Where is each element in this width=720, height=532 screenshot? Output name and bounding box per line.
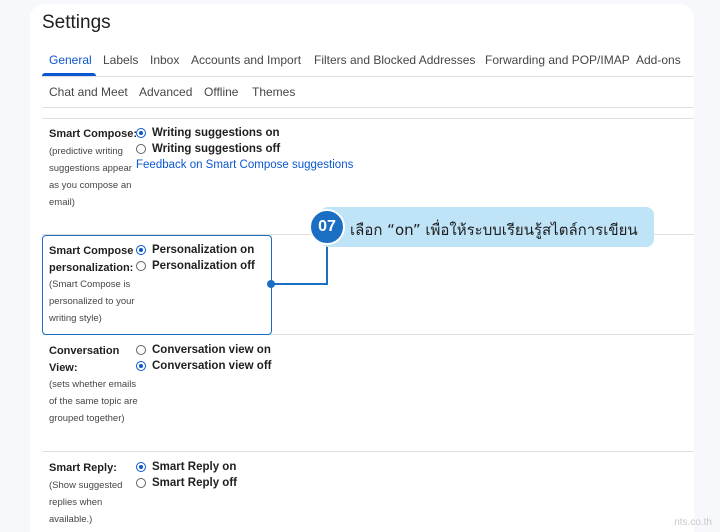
smart-compose-title: Smart Compose: xyxy=(49,128,138,140)
smart-reply-on-option[interactable]: Smart Reply on xyxy=(136,461,236,473)
tab-chat-and-meet[interactable]: Chat and Meet xyxy=(49,85,128,99)
callout-connector-vertical xyxy=(326,242,328,284)
conversation-view-label: Conversation View: (sets whether emails … xyxy=(49,343,139,427)
conversation-view-on-option[interactable]: Conversation view on xyxy=(136,344,271,356)
callout-anchor-dot xyxy=(267,280,275,288)
smart-reply-label: Smart Reply: (Show suggested replies whe… xyxy=(49,460,139,528)
callout-step-number: 07 xyxy=(309,209,345,245)
tab-forwarding-and-pop-imap[interactable]: Forwarding and POP/IMAP xyxy=(485,53,630,67)
tab-filters-and-blocked-addresses[interactable]: Filters and Blocked Addresses xyxy=(314,53,475,67)
tabs-divider xyxy=(42,76,694,77)
radio-unselected-icon[interactable] xyxy=(136,478,146,488)
conversation-view-title: Conversation View: xyxy=(49,345,120,374)
section-divider xyxy=(42,118,694,119)
smart-reply-off-option[interactable]: Smart Reply off xyxy=(136,477,237,489)
smart-compose-label: Smart Compose: (predictive writing sugge… xyxy=(49,126,139,211)
smart-reply-description: (Show suggested replies when available.) xyxy=(49,479,123,525)
writing-suggestions-on-option[interactable]: Writing suggestions on xyxy=(136,127,280,139)
radio-selected-icon[interactable] xyxy=(136,361,146,371)
radio-unselected-icon[interactable] xyxy=(136,144,146,154)
radio-selected-icon[interactable] xyxy=(136,128,146,138)
tabs-divider-2 xyxy=(42,107,694,108)
tab-general[interactable]: General xyxy=(49,53,92,67)
smart-reply-off-label: Smart Reply off xyxy=(152,477,237,489)
callout-connector-horizontal xyxy=(270,283,328,285)
callout-instruction-text: เลือก “on” เพื่อให้ระบบเรียนรู้สไตล์การเ… xyxy=(350,221,638,239)
tab-add-ons[interactable]: Add-ons xyxy=(636,53,681,67)
watermark: nts.co.th xyxy=(674,517,712,528)
personalization-highlight-box xyxy=(42,235,272,335)
tab-themes[interactable]: Themes xyxy=(252,85,295,99)
radio-unselected-icon[interactable] xyxy=(136,345,146,355)
writing-suggestions-on-label: Writing suggestions on xyxy=(152,127,280,139)
conversation-view-off-label: Conversation view off xyxy=(152,360,272,372)
tab-accounts-and-import[interactable]: Accounts and Import xyxy=(191,53,301,67)
conversation-view-on-label: Conversation view on xyxy=(152,344,271,356)
smart-reply-title: Smart Reply: xyxy=(49,462,117,474)
smart-compose-feedback-link[interactable]: Feedback on Smart Compose suggestions xyxy=(136,159,353,171)
writing-suggestions-off-label: Writing suggestions off xyxy=(152,143,281,155)
smart-reply-on-label: Smart Reply on xyxy=(152,461,237,473)
tab-offline[interactable]: Offline xyxy=(204,85,238,99)
tab-advanced[interactable]: Advanced xyxy=(139,85,192,99)
smart-compose-description: (predictive writing suggestions appear a… xyxy=(49,145,132,208)
radio-selected-icon[interactable] xyxy=(136,462,146,472)
conversation-view-description: (sets whether emails of the same topic a… xyxy=(49,379,138,424)
conversation-view-off-option[interactable]: Conversation view off xyxy=(136,360,272,372)
tab-labels[interactable]: Labels xyxy=(103,53,138,67)
page-title: Settings xyxy=(42,12,111,33)
writing-suggestions-off-option[interactable]: Writing suggestions off xyxy=(136,143,280,155)
row-divider xyxy=(42,451,694,452)
tab-inbox[interactable]: Inbox xyxy=(150,53,179,67)
